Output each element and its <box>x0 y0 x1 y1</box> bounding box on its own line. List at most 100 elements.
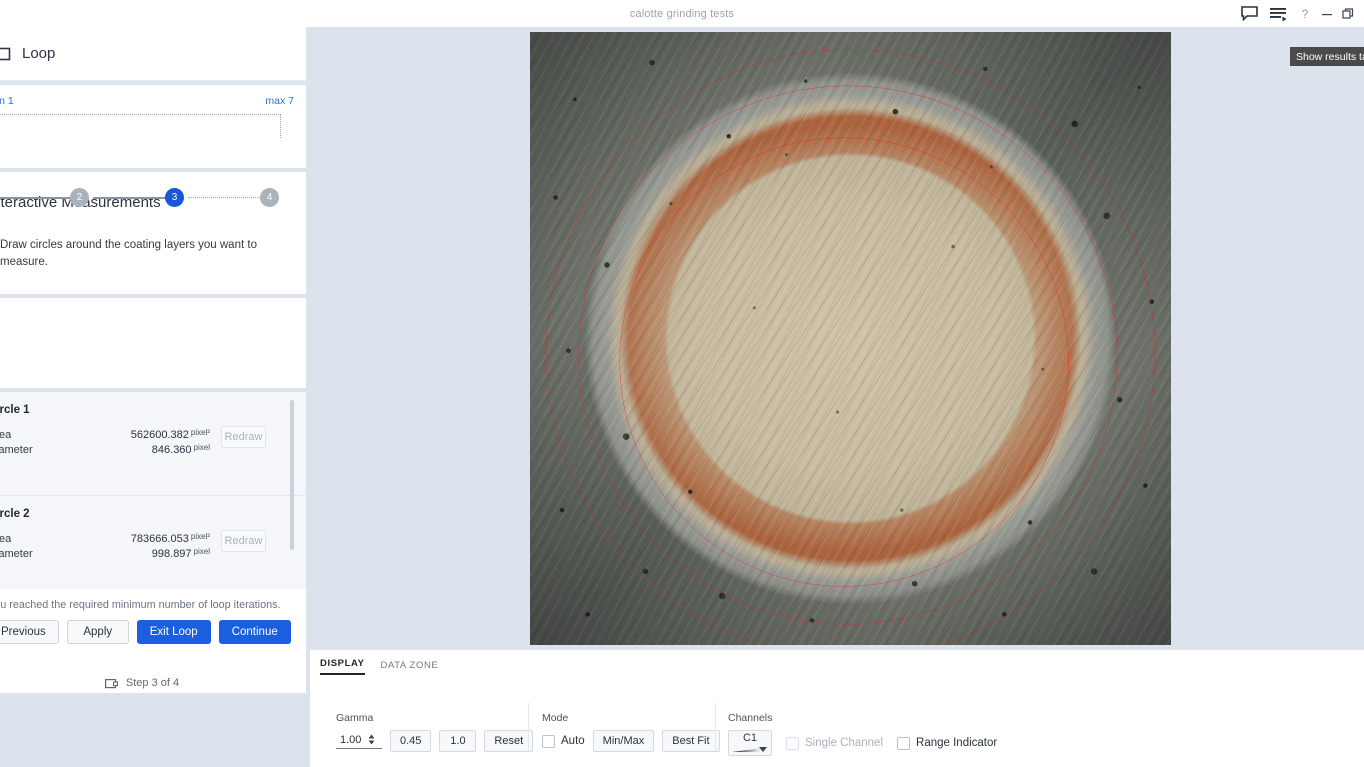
mode-controls: Auto Min/Max Best Fit <box>542 730 720 752</box>
circle-3-inner[interactable] <box>620 138 1069 587</box>
stepper-step-3[interactable]: 3 <box>165 188 184 207</box>
min-max-button[interactable]: Min/Max <box>592 730 655 752</box>
gamma-spinner-arrows[interactable] <box>368 734 375 745</box>
tab-data-zone[interactable]: DATA ZONE <box>381 660 439 675</box>
apply-button[interactable]: Apply <box>66 620 129 645</box>
panel-footer: You reached the required minimum number … <box>0 589 306 694</box>
chevron-down-icon[interactable] <box>759 747 767 752</box>
channel-ramp-icon <box>732 748 762 752</box>
gamma-reset-button[interactable]: Reset <box>484 730 534 752</box>
gamma-preset-10-button[interactable]: 1.0 <box>439 730 477 752</box>
stepper-step-2[interactable]: 2 <box>70 188 89 207</box>
result-row-unit: pixel <box>193 443 210 453</box>
mode-label: Mode <box>542 712 569 724</box>
result-row-diameter: Diameter 998.897pixel <box>0 547 306 563</box>
step-indicator-label: Step 3 of 4 <box>125 677 180 690</box>
window-controls: ? <box>1234 0 1360 27</box>
results-table-tooltip: Show results table <box>1290 47 1364 66</box>
stepper-step-4[interactable]: 4 <box>260 188 279 207</box>
gamma-group: Gamma 1.00 0.45 1.0 Reset <box>336 712 534 752</box>
interactive-measurements-card: Interactive Measurements Draw circles ar… <box>0 172 306 295</box>
title-bar: calotte grinding tests ? <box>0 0 1364 27</box>
channel-select-button[interactable]: C1 <box>728 730 772 756</box>
auto-checkbox-wrapper[interactable]: Auto <box>542 734 585 748</box>
loop-header: Loop <box>0 27 306 81</box>
circle-2-middle[interactable] <box>579 86 1117 624</box>
gamma-label: Gamma <box>336 712 374 724</box>
result-row-unit: pixel² <box>190 428 210 438</box>
help-icon[interactable]: ? <box>1294 1 1316 27</box>
auto-label: Auto <box>561 735 585 747</box>
single-channel-label: Single Channel <box>805 737 884 749</box>
result-row-area: Area 562600.382pixel² Redraw <box>0 426 306 449</box>
toolbar-body: Gamma 1.00 0.45 1.0 Reset Mode Auto Min/… <box>310 675 1364 767</box>
result-title: Circle 2 <box>0 508 30 521</box>
best-fit-button[interactable]: Best Fit <box>662 730 720 752</box>
loop-stepper: min 1 max 7 1 2 3 4 <box>0 85 306 207</box>
minimize-icon[interactable] <box>1316 1 1338 27</box>
toolbar-divider-1 <box>528 703 529 751</box>
app-window: calotte grinding tests ? Loop n 1 max 7 … <box>0 0 1364 767</box>
left-panel: Loop min 1 max 7 1 2 3 4 Interactive <box>0 27 306 767</box>
tab-display[interactable]: DISPLAY <box>320 658 365 675</box>
comment-icon[interactable] <box>1234 1 1264 27</box>
result-row-value: 783666.053 pixel² <box>130 532 210 546</box>
restore-icon[interactable] <box>1338 1 1360 27</box>
loop-status-message: You reached the required minimum number … <box>0 599 281 612</box>
results-scrollbar[interactable] <box>290 400 294 551</box>
gamma-stepper[interactable]: 1.00 <box>336 734 382 749</box>
menu-lines-icon[interactable] <box>1264 1 1294 27</box>
result-row-label: Diameter <box>0 548 33 561</box>
result-row-label: Diameter <box>0 444 33 457</box>
channels-group: Channels C1 Single Channel Range Indicat… <box>728 712 998 756</box>
step-indicator: Step 3 of 4 <box>0 644 306 689</box>
stepper-segment-2-3 <box>93 197 174 199</box>
loop-card: Loop <box>0 27 306 81</box>
circle-1-outer[interactable] <box>546 49 1155 645</box>
result-row-unit: pixel² <box>190 532 210 542</box>
previous-button[interactable]: Previous <box>0 620 59 645</box>
action-buttons: Previous Apply Exit Loop Continue <box>0 611 306 645</box>
channel-selected-label: C1 <box>742 732 758 744</box>
gamma-controls: 1.00 0.45 1.0 Reset <box>336 730 534 752</box>
measurement-circle-overlay <box>530 32 1171 645</box>
range-indicator-checkbox-wrapper[interactable]: Range Indicator <box>897 736 998 750</box>
stepper-steps: 1 2 3 4 <box>0 85 306 207</box>
toolbar-divider-2 <box>715 703 716 751</box>
display-toolbar: DISPLAY DATA ZONE Gamma 1.00 0.45 1.0 Re… <box>310 649 1364 767</box>
auto-checkbox[interactable] <box>542 734 555 748</box>
result-row-label: Area <box>0 533 12 546</box>
range-indicator-label: Range Indicator <box>916 737 998 749</box>
range-indicator-checkbox[interactable] <box>897 736 911 750</box>
result-title: Circle 1 <box>0 404 30 417</box>
window-title: calotte grinding tests <box>629 7 735 20</box>
step-icon <box>104 678 118 689</box>
result-row-value: 562600.382 pixel² <box>130 428 210 442</box>
mode-group: Mode Auto Min/Max Best Fit <box>542 712 720 752</box>
continue-button[interactable]: Continue <box>218 620 291 645</box>
micrograph-viewer[interactable] <box>530 32 1171 645</box>
stepper-segment-1-2 <box>0 197 70 199</box>
section-description: Draw circles around the coating layers y… <box>0 239 257 268</box>
result-rows: Area 562600.382pixel² Redraw Diameter 84… <box>0 426 306 459</box>
result-row-value: 846.360 pixel <box>151 443 210 457</box>
loop-title: Loop <box>22 45 56 62</box>
result-row-diameter: Diameter 846.360pixel <box>0 443 306 459</box>
exit-loop-button[interactable]: Exit Loop <box>136 620 211 645</box>
result-row-label: Area <box>0 429 12 442</box>
single-channel-checkbox <box>786 736 799 750</box>
channels-label: Channels <box>728 712 773 724</box>
result-circle-2: Circle 2 Area 783666.053pixel² Redraw Di… <box>0 496 306 590</box>
result-row-unit: pixel <box>193 547 210 557</box>
gamma-preset-045-button[interactable]: 0.45 <box>390 730 432 752</box>
loop-icon <box>0 46 12 62</box>
panel-spacer <box>0 298 306 389</box>
stepper-segment-3-4 <box>188 197 264 198</box>
single-channel-checkbox-wrapper: Single Channel <box>786 736 884 750</box>
gamma-value: 1.00 <box>340 733 362 746</box>
result-row-area: Area 783666.053pixel² Redraw <box>0 530 306 553</box>
result-rows: Area 783666.053pixel² Redraw Diameter 99… <box>0 530 306 563</box>
toolbar-tabs: DISPLAY DATA ZONE <box>310 650 1364 675</box>
results-list: Circle 1 Area 562600.382pixel² Redraw Di… <box>0 392 306 590</box>
result-row-value: 998.897 pixel <box>151 547 210 561</box>
